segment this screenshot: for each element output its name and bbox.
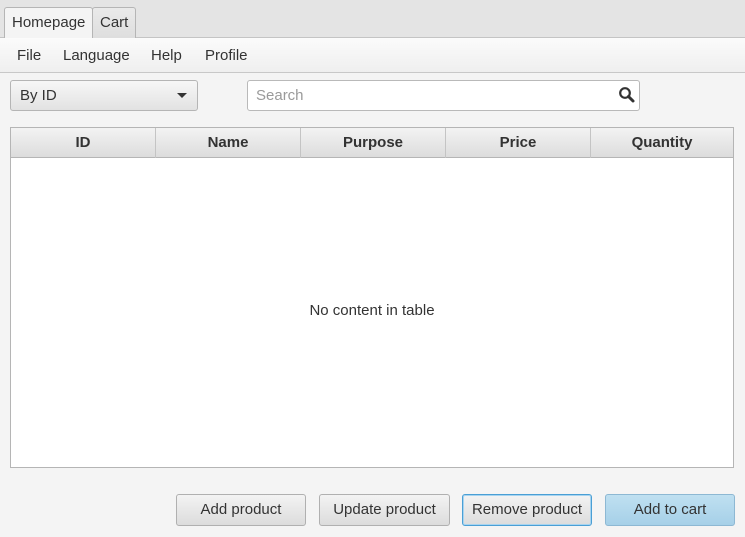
update-product-button[interactable]: Update product <box>319 494 450 526</box>
filter-dropdown-value: By ID <box>20 87 57 104</box>
tab-cart[interactable]: Cart <box>92 7 137 38</box>
table-header: ID Name Purpose Price Quantity <box>11 128 733 158</box>
column-header-price[interactable]: Price <box>446 128 591 158</box>
search-icon[interactable] <box>618 86 636 104</box>
menu-language[interactable]: Language <box>57 38 136 73</box>
tab-bar: Homepage Cart <box>0 0 745 39</box>
column-header-purpose[interactable]: Purpose <box>301 128 446 158</box>
menu-help[interactable]: Help <box>145 38 188 73</box>
menu-file[interactable]: File <box>11 38 47 73</box>
filter-dropdown[interactable]: By ID <box>10 80 198 111</box>
column-header-name[interactable]: Name <box>156 128 301 158</box>
add-to-cart-button[interactable]: Add to cart <box>605 494 735 526</box>
products-table: ID Name Purpose Price Quantity No conten… <box>10 127 734 468</box>
remove-product-button[interactable]: Remove product <box>462 494 592 526</box>
search-box <box>247 80 640 111</box>
column-header-quantity[interactable]: Quantity <box>591 128 733 158</box>
chevron-down-icon <box>177 93 187 98</box>
tab-homepage[interactable]: Homepage <box>4 7 94 39</box>
add-product-button[interactable]: Add product <box>176 494 306 526</box>
table-empty-message: No content in table <box>309 302 435 319</box>
search-input[interactable] <box>248 81 608 110</box>
column-header-id[interactable]: ID <box>11 128 156 158</box>
menu-bar: File Language Help Profile <box>0 38 745 73</box>
app-window: Homepage Cart File Language Help Profile… <box>0 0 745 537</box>
menu-profile[interactable]: Profile <box>199 38 254 73</box>
